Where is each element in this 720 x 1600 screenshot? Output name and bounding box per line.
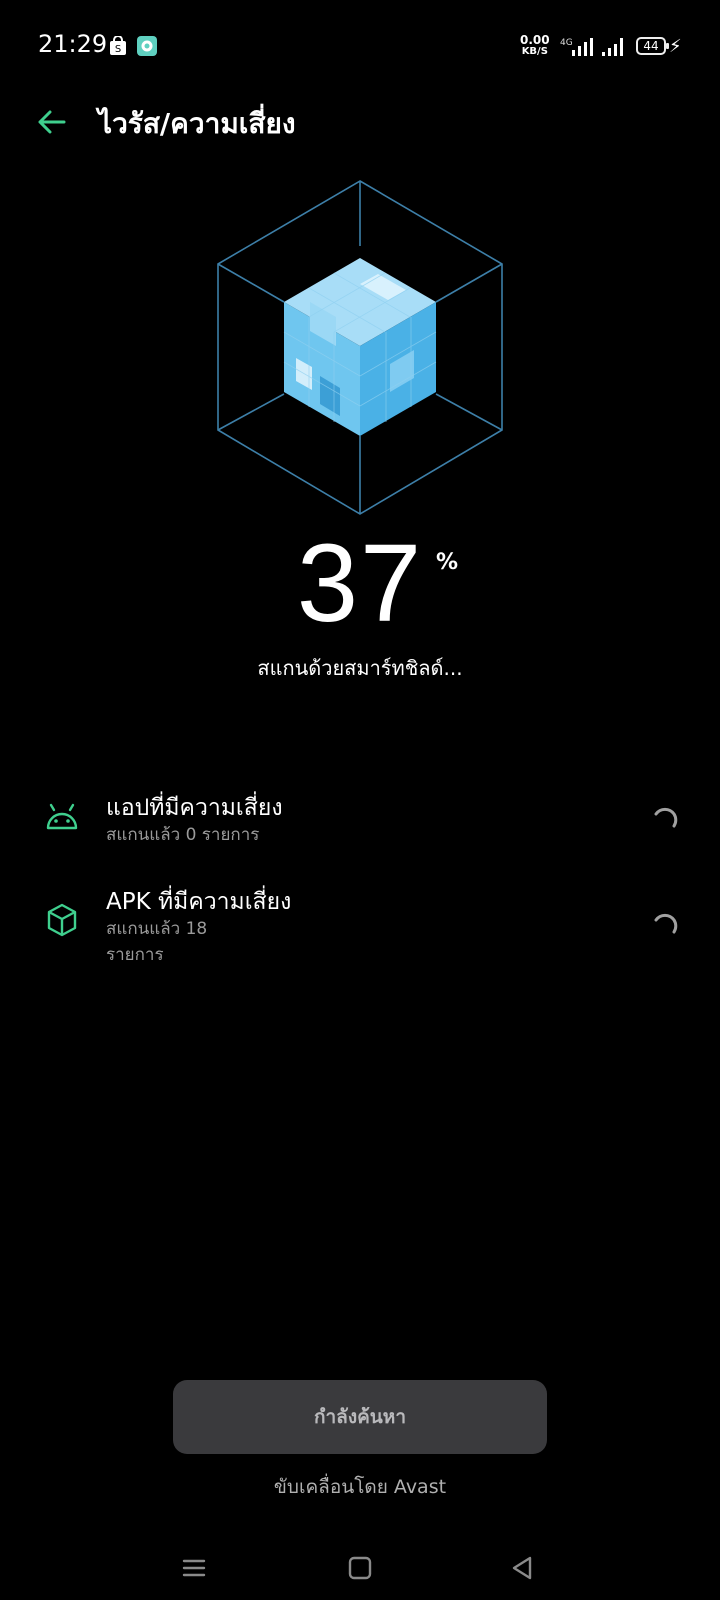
back-arrow-icon[interactable] xyxy=(34,104,70,140)
svg-text:S: S xyxy=(115,44,121,55)
scan-status-text: สแกนด้วยสมาร์ทชิลด์... xyxy=(257,656,463,680)
back-nav-icon[interactable] xyxy=(508,1554,536,1582)
status-bar: 21:29 S 0.00 KB/S 4G 44 ⚡ xyxy=(0,0,720,96)
messenger-chat-icon xyxy=(137,36,157,56)
scan-progress: 37 % xyxy=(0,520,720,647)
searching-button[interactable]: กำลังค้นหา xyxy=(173,1380,547,1454)
battery-icon: 44 xyxy=(636,37,669,55)
list-item-risky-apps: แอปที่มีความเสี่ยง สแกนแล้ว 0 รายการ xyxy=(0,786,720,886)
item-subtitle: สแกนแล้ว 18 รายการ xyxy=(106,919,208,965)
signal-icon-sim2 xyxy=(602,38,623,56)
item-title: APK ที่มีความเสี่ยง xyxy=(106,889,292,915)
percent-symbol: % xyxy=(436,550,459,575)
signal-icon xyxy=(572,38,593,56)
network-speed: 0.00 KB/S xyxy=(520,33,550,57)
package-cube-icon xyxy=(47,903,77,937)
network-type: 4G xyxy=(560,38,573,48)
shopee-bag-icon: S xyxy=(110,36,126,55)
item-subtitle: สแกนแล้ว 0 รายการ xyxy=(106,825,260,845)
powered-by-text: ขับเคลื่อนโดย Avast xyxy=(273,1476,447,1498)
android-icon xyxy=(46,803,78,830)
home-icon[interactable] xyxy=(346,1554,374,1582)
scan-percent-value: 37 xyxy=(296,522,424,645)
charging-icon: ⚡ xyxy=(669,36,682,57)
loading-spinner-icon xyxy=(654,807,678,828)
list-item-risky-apk: APK ที่มีความเสี่ยง สแกนแล้ว 18 รายการ xyxy=(0,880,720,980)
system-nav-bar xyxy=(0,1540,720,1600)
loading-spinner-icon xyxy=(654,913,678,934)
page-title: ไวรัส/ความเสี่ยง xyxy=(98,107,296,140)
item-title: แอปที่มีความเสี่ยง xyxy=(106,795,283,821)
clock: 21:29 xyxy=(38,30,108,58)
recent-apps-icon[interactable] xyxy=(180,1554,208,1582)
scan-cube-illustration xyxy=(217,180,503,515)
